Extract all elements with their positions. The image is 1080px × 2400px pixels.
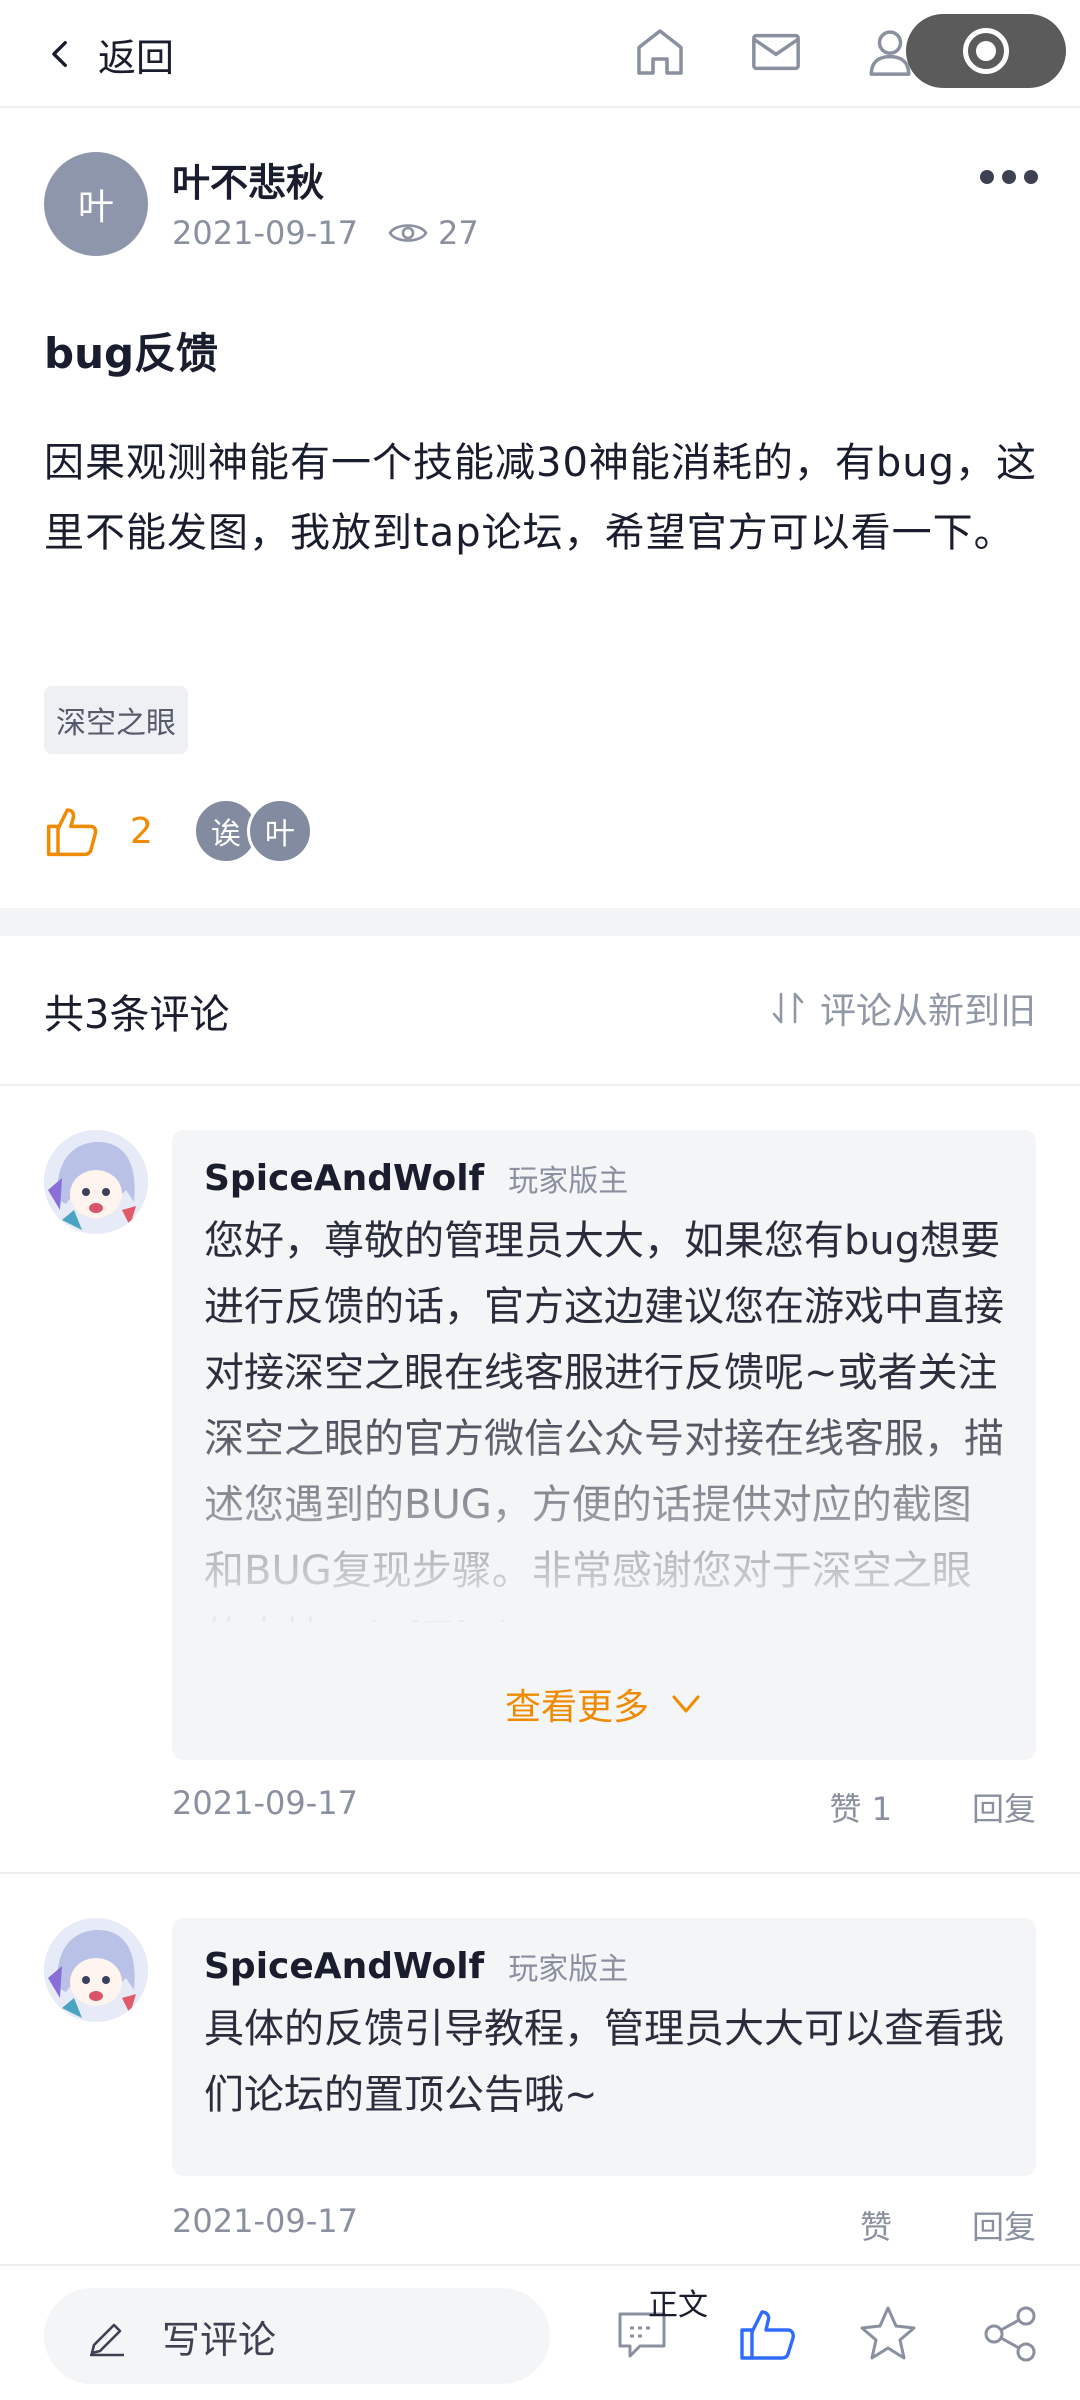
see-more-label: 查看更多 bbox=[504, 1687, 649, 1728]
more-options-icon[interactable] bbox=[980, 170, 1038, 184]
commenter-role: 玩家版主 bbox=[508, 1952, 629, 1987]
comment-date: 2021-09-17 bbox=[172, 2202, 358, 2240]
sort-icon bbox=[772, 992, 804, 1024]
comments-count: 共3条评论 bbox=[44, 992, 230, 1038]
liker-avatar: 叶 bbox=[246, 798, 313, 864]
anime-avatar-icon bbox=[44, 1130, 148, 1234]
post-title: bug反馈 bbox=[44, 329, 219, 378]
pencil-icon bbox=[90, 2323, 124, 2357]
back-button[interactable]: 返回 bbox=[44, 22, 174, 86]
mail-icon[interactable] bbox=[744, 20, 808, 84]
back-label: 返回 bbox=[98, 35, 175, 80]
divider bbox=[0, 1084, 1080, 1086]
comment-text: 具体的反馈引导教程，管理员大大可以查看我们论坛的置顶公告哦~ bbox=[204, 2006, 1004, 2118]
eye-icon bbox=[388, 224, 428, 242]
record-button[interactable] bbox=[906, 14, 1066, 88]
see-more-button[interactable]: 查看更多 bbox=[172, 1678, 1036, 1730]
post-date: 2021-09-17 bbox=[172, 214, 358, 252]
post-meta: 2021-09-17 27 bbox=[172, 214, 479, 252]
divider bbox=[0, 1872, 1080, 1874]
write-comment-placeholder: 写评论 bbox=[162, 2317, 277, 2362]
likers[interactable]: 诶 叶 bbox=[192, 798, 313, 864]
home-icon[interactable] bbox=[628, 20, 692, 84]
star-icon[interactable] bbox=[856, 2302, 920, 2366]
sort-label: 评论从新到旧 bbox=[819, 991, 1036, 1032]
share-icon[interactable] bbox=[978, 2302, 1042, 2366]
commenter-avatar[interactable] bbox=[44, 1130, 148, 1234]
chevron-left-icon bbox=[52, 40, 67, 68]
like-icon[interactable] bbox=[736, 2302, 800, 2366]
comment-reply-button[interactable]: 回复 bbox=[972, 2202, 1036, 2248]
comment-text: 您好，尊敬的管理员大大，如果您有bug想要进行反馈的话，官方这边建议您在游戏中直… bbox=[204, 1218, 1004, 1622]
like-count: 2 bbox=[130, 810, 153, 852]
record-icon bbox=[963, 28, 1009, 74]
body-label: 正文 bbox=[648, 2288, 708, 2323]
post-tag[interactable]: 深空之眼 bbox=[44, 686, 188, 754]
views: 27 bbox=[388, 214, 479, 252]
write-comment-input[interactable]: 写评论 bbox=[44, 2288, 550, 2384]
views-count: 27 bbox=[437, 214, 479, 252]
commenter-name[interactable]: SpiceAndWolf bbox=[204, 1946, 484, 1987]
comment-like-button[interactable]: 赞 bbox=[860, 2202, 892, 2248]
comment-like-button[interactable]: 赞 1 bbox=[829, 1784, 892, 1830]
section-divider bbox=[0, 908, 1080, 936]
top-bar: 返回 bbox=[0, 0, 1080, 108]
comment-card: SpiceAndWolf 玩家版主 具体的反馈引导教程，管理员大大可以查看我们论… bbox=[172, 1918, 1036, 2176]
author-name[interactable]: 叶不悲秋 bbox=[172, 152, 324, 207]
sort-button[interactable]: 评论从新到旧 bbox=[768, 982, 1036, 1034]
comment-footer: 2021-09-17 赞 1 回复 bbox=[172, 1784, 1036, 1828]
thumbs-up-icon[interactable] bbox=[44, 803, 100, 859]
comment-footer: 2021-09-17 赞 回复 bbox=[172, 2202, 1036, 2246]
chevron-down-icon bbox=[672, 1695, 700, 1713]
author-avatar[interactable]: 叶 bbox=[44, 152, 148, 256]
anime-avatar-icon bbox=[44, 1918, 148, 2022]
bottom-bar: 写评论 bbox=[0, 2264, 1080, 2400]
post-body: 因果观测神能有一个技能减30神能消耗的，有bug，这里不能发图，我放到tap论坛… bbox=[44, 440, 1038, 556]
commenter-avatar[interactable] bbox=[44, 1918, 148, 2022]
post-like-row: 2 诶 叶 bbox=[44, 796, 313, 866]
comment-card: SpiceAndWolf 玩家版主 您好，尊敬的管理员大大，如果您有bug想要进… bbox=[172, 1130, 1036, 1760]
comment-reply-button[interactable]: 回复 bbox=[972, 1784, 1036, 1830]
commenter-role: 玩家版主 bbox=[508, 1164, 629, 1199]
comment-date: 2021-09-17 bbox=[172, 1784, 358, 1822]
commenter-name[interactable]: SpiceAndWolf bbox=[204, 1158, 484, 1199]
